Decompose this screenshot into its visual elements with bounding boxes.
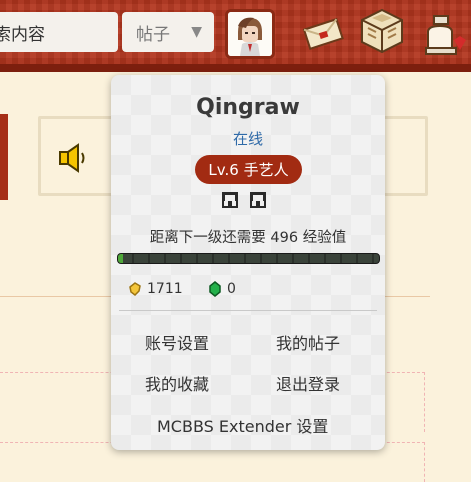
header-border [0,64,471,72]
popup-divider [119,310,377,311]
emerald-amount: 0 [227,281,236,297]
chevron-down-icon: ▼ [191,24,202,40]
profile-popup: Qingraw 在线 Lv.6 手艺人 距离下一级还需要 496 经验值 171… [111,75,385,450]
medal-list [219,189,279,213]
message-letter-icon[interactable] [300,10,346,56]
emerald-icon [209,281,221,297]
gold-amount: 1711 [147,281,183,297]
side-panel-edge [0,114,8,200]
search-scope-select[interactable]: 帖子 ▼ [122,12,214,52]
online-status: 在线 [232,130,263,148]
my-posts-link[interactable]: 我的帖子 [276,330,340,354]
search-input-text: 索内容 [0,24,45,45]
logout-link[interactable]: 退出登录 [276,371,340,395]
exp-progress-bar [117,253,380,264]
medal-icon[interactable] [247,189,269,211]
username[interactable]: Qingraw [111,95,385,120]
exp-remaining-text: 距离下一级还需要 496 经验值 [149,230,347,246]
my-favorites-link[interactable]: 我的收藏 [145,371,209,395]
gold-counter: 1711 [127,281,183,297]
exp-progress-fill [118,254,124,263]
emerald-counter: 0 [207,281,236,297]
search-scope-label: 帖子 [136,24,170,45]
gold-nugget-icon [129,282,141,296]
search-input[interactable]: 索内容 [0,12,118,52]
avatar [228,12,272,56]
speaker-icon [59,143,85,173]
account-settings-link[interactable]: 账号设置 [145,330,209,354]
bell-icon[interactable] [420,12,470,58]
extender-settings-link[interactable]: MCBBS Extender 设置 [157,413,328,437]
user-avatar[interactable] [225,9,275,59]
level-badge: Lv.6 手艺人 [195,155,302,184]
medal-icon[interactable] [219,189,241,211]
crafting-box-icon[interactable] [358,6,406,56]
